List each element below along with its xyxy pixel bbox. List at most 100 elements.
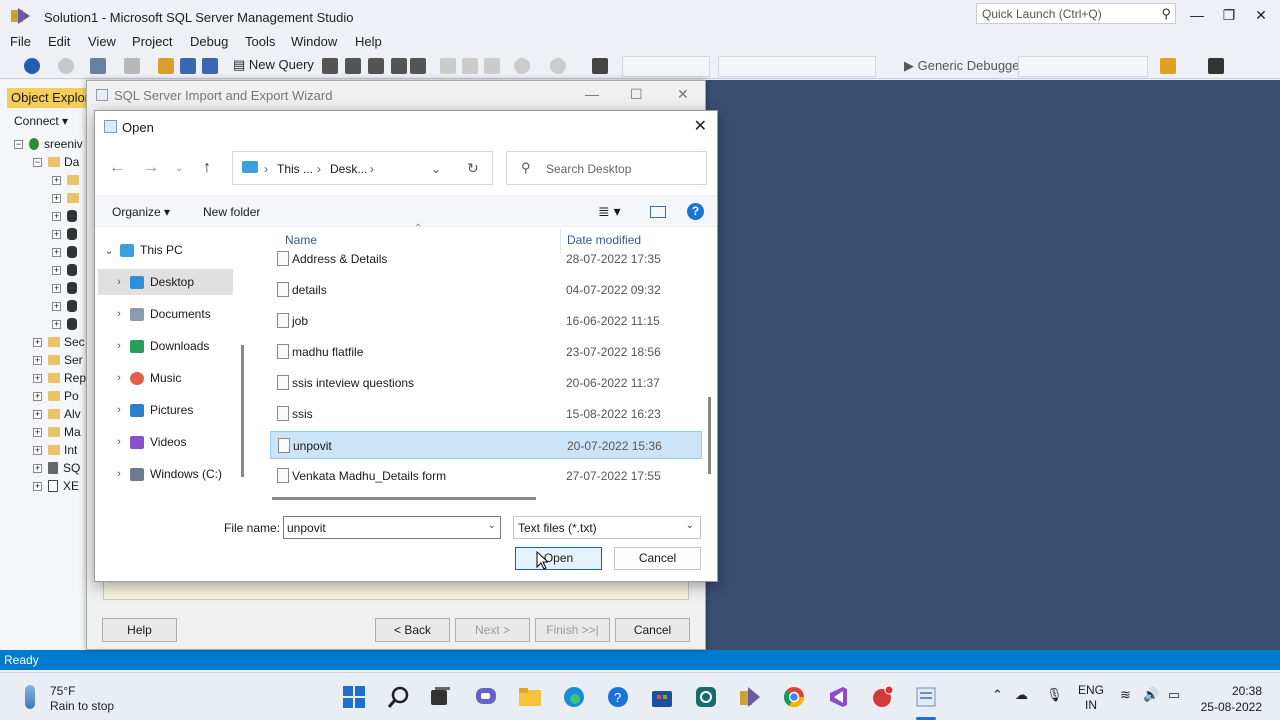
- close-button[interactable]: ✕: [1244, 4, 1278, 26]
- get-help-icon[interactable]: ?: [606, 685, 630, 709]
- menu-help[interactable]: Help: [355, 34, 382, 49]
- expand-icon[interactable]: +: [33, 481, 42, 491]
- expand-icon[interactable]: +: [33, 355, 42, 365]
- nav-downloads[interactable]: › Downloads: [98, 333, 233, 359]
- tree-databases[interactable]: − Da: [33, 154, 79, 170]
- file-list-horizontal-scrollbar[interactable]: [272, 497, 536, 500]
- file-list-vertical-scrollbar[interactable]: [708, 397, 711, 474]
- forward-arrow-icon[interactable]: →: [143, 159, 159, 177]
- tree-node[interactable]: + Ser: [33, 352, 83, 368]
- task-view-icon[interactable]: [428, 685, 452, 709]
- open-icon[interactable]: [158, 58, 174, 74]
- platform-dropdown[interactable]: [718, 56, 876, 77]
- redo-icon[interactable]: [550, 58, 566, 74]
- clock[interactable]: 20:38 25-08-2022: [1200, 683, 1262, 715]
- chevron-right-icon[interactable]: ›: [108, 468, 130, 480]
- mdx-query-icon[interactable]: [322, 58, 338, 74]
- wizard-close-button[interactable]: ✕: [677, 86, 689, 103]
- preview-pane-icon[interactable]: [650, 206, 666, 218]
- view-options-icon[interactable]: ≣ ▾: [598, 203, 621, 220]
- store-icon[interactable]: [650, 685, 674, 709]
- organize-button[interactable]: Organize ▾: [112, 205, 170, 219]
- expand-icon[interactable]: +: [52, 229, 61, 239]
- breadcrumb-desktop[interactable]: Desk...: [330, 162, 367, 176]
- wizard-finish-button[interactable]: Finish >>|: [535, 618, 610, 642]
- expand-icon[interactable]: +: [52, 193, 61, 203]
- expand-icon[interactable]: +: [33, 445, 42, 455]
- tree-db-item[interactable]: +: [52, 226, 82, 242]
- microphone-icon[interactable]: 🎙: [1046, 687, 1063, 703]
- expand-icon[interactable]: +: [33, 373, 42, 383]
- app-icon[interactable]: [694, 685, 718, 709]
- file-row[interactable]: madhu flatfile 23-07-2022 18:56: [270, 338, 702, 366]
- wizard-cancel-button[interactable]: Cancel: [615, 618, 690, 642]
- weather-temperature[interactable]: 75°F: [50, 684, 75, 698]
- expand-icon[interactable]: +: [33, 391, 42, 401]
- file-row[interactable]: details 04-07-2022 09:32: [270, 276, 702, 304]
- chat-icon[interactable]: [474, 685, 498, 709]
- file-row[interactable]: job 16-06-2022 11:15: [270, 307, 702, 335]
- expanded-chevron-icon[interactable]: ⌄: [98, 244, 120, 257]
- file-row[interactable]: ssis 15-08-2022 16:23: [270, 400, 702, 428]
- add-item-icon[interactable]: [124, 58, 140, 74]
- battery-icon[interactable]: ▭: [1168, 687, 1180, 703]
- wizard-maximize-button[interactable]: ☐: [630, 86, 643, 103]
- expand-icon[interactable]: +: [52, 175, 61, 185]
- new-project-icon[interactable]: [90, 58, 106, 74]
- cancel-button[interactable]: Cancel: [614, 547, 701, 570]
- tree-node[interactable]: + Int: [33, 442, 77, 458]
- recorder-icon[interactable]: [870, 685, 894, 709]
- nav-documents[interactable]: › Documents: [98, 301, 233, 327]
- help-icon[interactable]: ?: [687, 203, 704, 220]
- connect-button[interactable]: Connect ▾: [14, 114, 68, 128]
- new-folder-button[interactable]: New folder: [203, 205, 260, 219]
- expand-icon[interactable]: +: [52, 301, 61, 311]
- nav-scrollbar[interactable]: [241, 345, 244, 477]
- expand-icon[interactable]: +: [52, 319, 61, 329]
- nav-windows-c[interactable]: › Windows (C:): [98, 461, 233, 487]
- forward-icon[interactable]: [58, 58, 74, 74]
- new-query-button[interactable]: ▤ New Query: [233, 57, 314, 73]
- weather-description[interactable]: Rain to stop: [50, 699, 114, 713]
- file-row[interactable]: ssis inteview questions 20-06-2022 11:37: [270, 369, 702, 397]
- wizard-minimize-button[interactable]: —: [585, 86, 599, 102]
- refresh-icon[interactable]: ↻: [467, 160, 479, 177]
- solution-config-dropdown[interactable]: [622, 56, 710, 77]
- dmx-query-icon[interactable]: [345, 58, 361, 74]
- expand-icon[interactable]: +: [33, 427, 42, 437]
- up-arrow-icon[interactable]: ↑: [203, 159, 211, 177]
- wizard-next-button[interactable]: Next >: [455, 618, 530, 642]
- tree-node[interactable]: + Rep: [33, 370, 86, 386]
- nav-pictures[interactable]: › Pictures: [98, 397, 233, 423]
- breadcrumb-this-pc[interactable]: This ...: [277, 162, 313, 176]
- nav-videos[interactable]: › Videos: [98, 429, 233, 455]
- tree-db-item[interactable]: +: [52, 208, 82, 224]
- file-type-select[interactable]: Text files (*.txt) ⌄: [513, 516, 701, 539]
- save-all-icon[interactable]: [202, 58, 218, 74]
- wizard-help-button[interactable]: Help: [102, 618, 177, 642]
- chevron-down-icon[interactable]: ⌄: [488, 520, 496, 531]
- wizard-back-button[interactable]: < Back: [375, 618, 450, 642]
- copy-icon[interactable]: [462, 58, 478, 74]
- file-row[interactable]: Venkata Madhu_Details form 27-07-2022 17:…: [270, 462, 702, 490]
- wizard-taskbar-icon[interactable]: [914, 685, 938, 709]
- restore-button[interactable]: ❐: [1212, 4, 1246, 26]
- search-box[interactable]: ⚲ Search Desktop: [506, 151, 707, 185]
- paste-icon[interactable]: [484, 58, 500, 74]
- menu-view[interactable]: View: [88, 34, 116, 49]
- search-icon[interactable]: [387, 685, 411, 709]
- expand-icon[interactable]: +: [52, 211, 61, 221]
- file-explorer-icon[interactable]: [518, 685, 542, 709]
- minimize-button[interactable]: —: [1180, 4, 1214, 26]
- find-icon[interactable]: [1160, 58, 1176, 74]
- tree-node[interactable]: + SQ: [33, 460, 80, 476]
- chevron-right-icon[interactable]: ›: [108, 276, 130, 288]
- nav-music[interactable]: › Music: [98, 365, 233, 391]
- expand-icon[interactable]: +: [33, 463, 42, 473]
- activity-monitor-icon[interactable]: [592, 58, 608, 74]
- debugger-dropdown[interactable]: ▶ Generic Debugger ▾: [904, 58, 1034, 74]
- show-hidden-icons-icon[interactable]: ⌃: [992, 687, 1003, 703]
- menu-tools[interactable]: Tools: [245, 34, 275, 49]
- tree-node[interactable]: + Po: [33, 388, 79, 404]
- wifi-icon[interactable]: ≋: [1120, 687, 1131, 703]
